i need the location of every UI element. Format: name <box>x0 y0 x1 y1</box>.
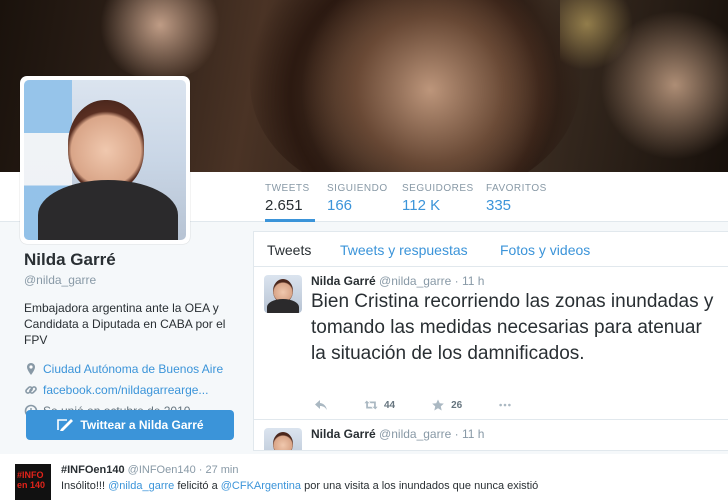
embedded-author-handle[interactable]: @INFOen140 <box>128 464 196 476</box>
avatar-text-line1: #INFO <box>17 470 44 480</box>
retweet-count: 44 <box>384 399 396 411</box>
stat-label: TWEETS <box>265 183 310 194</box>
tweet[interactable]: Nilda Garré @nilda_garre · 11 h <box>254 420 728 450</box>
profile-bio: Embajadora argentina ante la OEA y Candi… <box>24 301 226 347</box>
tweet-to-label: Twittear a Nilda Garré <box>80 418 204 432</box>
retweet-icon <box>364 400 378 410</box>
stat-value: 112 K <box>402 197 441 214</box>
tweet-author-handle[interactable]: @nilda_garre <box>379 274 451 288</box>
favorite-action[interactable]: 26 <box>431 399 462 411</box>
timeline: Tweets Tweets y respuestas Fotos y video… <box>253 231 728 451</box>
tweet-author-name[interactable]: Nilda Garré <box>311 427 376 441</box>
tweet-actions: 44 26 <box>314 398 548 412</box>
more-action[interactable] <box>498 399 512 411</box>
tweet-author-handle[interactable]: @nilda_garre <box>379 427 451 441</box>
tweet-time[interactable]: · 11 h <box>455 427 485 441</box>
tweet[interactable]: Nilda Garré @nilda_garre · 11 h Bien Cri… <box>254 267 728 420</box>
stat-favorites[interactable]: FAVORITOS 335 <box>486 183 547 214</box>
avatar-text-line2: en 140 <box>17 480 46 490</box>
embedded-text-part: Insólito!!! <box>61 480 109 492</box>
tweet-avatar[interactable] <box>264 428 302 450</box>
location-text[interactable]: Ciudad Autónoma de Buenos Aire <box>43 362 223 376</box>
favorite-count: 26 <box>451 399 463 411</box>
compose-icon <box>57 419 74 431</box>
stat-followers[interactable]: SEGUIDORES 112 K <box>402 183 474 214</box>
mention-link[interactable]: @nilda_garre <box>108 480 174 492</box>
link-icon <box>25 386 37 394</box>
embedded-tweet[interactable]: #INFO en 140 #INFOen140 @INFOen140 · 27 … <box>0 454 728 500</box>
profile-website: facebook.com/nildagarrearge... <box>24 383 236 397</box>
tweet-text: Bien Cristina recorriendo las zonas inun… <box>311 291 714 364</box>
more-dots-icon <box>499 403 511 407</box>
embedded-text-part: por una visita a los inundados que nunca… <box>301 480 539 492</box>
tweet-avatar[interactable] <box>264 275 302 313</box>
embedded-text-part: felicitó a <box>174 480 221 492</box>
stat-value: 335 <box>486 197 512 214</box>
reply-action[interactable] <box>314 399 328 411</box>
embedded-tweet-header: #INFOen140 @INFOen140 · 27 min <box>61 464 239 476</box>
tweet-time[interactable]: · 11 h <box>455 274 485 288</box>
embedded-tweet-time[interactable]: · 27 min <box>199 464 239 476</box>
stat-value: 166 <box>327 197 353 214</box>
stat-label: SIGUIENDO <box>327 183 388 194</box>
tweet-header: Nilda Garré @nilda_garre · 11 h <box>311 274 484 288</box>
website-link[interactable]: facebook.com/nildagarrearge... <box>43 383 208 397</box>
timeline-tabs: Tweets Tweets y respuestas Fotos y video… <box>254 232 728 267</box>
embedded-tweet-avatar[interactable]: #INFO en 140 <box>15 464 51 500</box>
profile-card: Nilda Garré @nilda_garre Embajadora arge… <box>24 250 236 418</box>
tweet-author-name[interactable]: Nilda Garré <box>311 274 376 288</box>
profile-name[interactable]: Nilda Garré <box>24 250 236 270</box>
tweet-header: Nilda Garré @nilda_garre · 11 h <box>311 427 484 441</box>
stat-label: FAVORITOS <box>486 183 547 194</box>
tab-photos-videos[interactable]: Fotos y videos <box>500 242 590 258</box>
profile-avatar[interactable] <box>20 76 190 244</box>
profile-handle[interactable]: @nilda_garre <box>24 273 236 287</box>
star-icon <box>432 399 444 411</box>
tab-tweets[interactable]: Tweets <box>267 242 311 258</box>
stat-value: 2.651 <box>265 197 303 214</box>
mention-link[interactable]: @CFKArgentina <box>221 480 301 492</box>
stat-tweets[interactable]: TWEETS 2.651 <box>265 183 315 222</box>
reply-icon <box>315 400 327 410</box>
tab-tweets-replies[interactable]: Tweets y respuestas <box>340 242 468 258</box>
embedded-tweet-text: Insólito!!! @nilda_garre felicitó a @CFK… <box>61 480 538 492</box>
retweet-action[interactable]: 44 <box>364 399 395 411</box>
location-pin-icon <box>27 363 35 375</box>
stat-label: SEGUIDORES <box>402 183 474 194</box>
stat-following[interactable]: SIGUIENDO 166 <box>327 183 388 214</box>
tweet-to-button[interactable]: Twittear a Nilda Garré <box>26 410 234 440</box>
profile-location: Ciudad Autónoma de Buenos Aire <box>24 362 236 376</box>
embedded-author-name[interactable]: #INFOen140 <box>61 464 125 476</box>
